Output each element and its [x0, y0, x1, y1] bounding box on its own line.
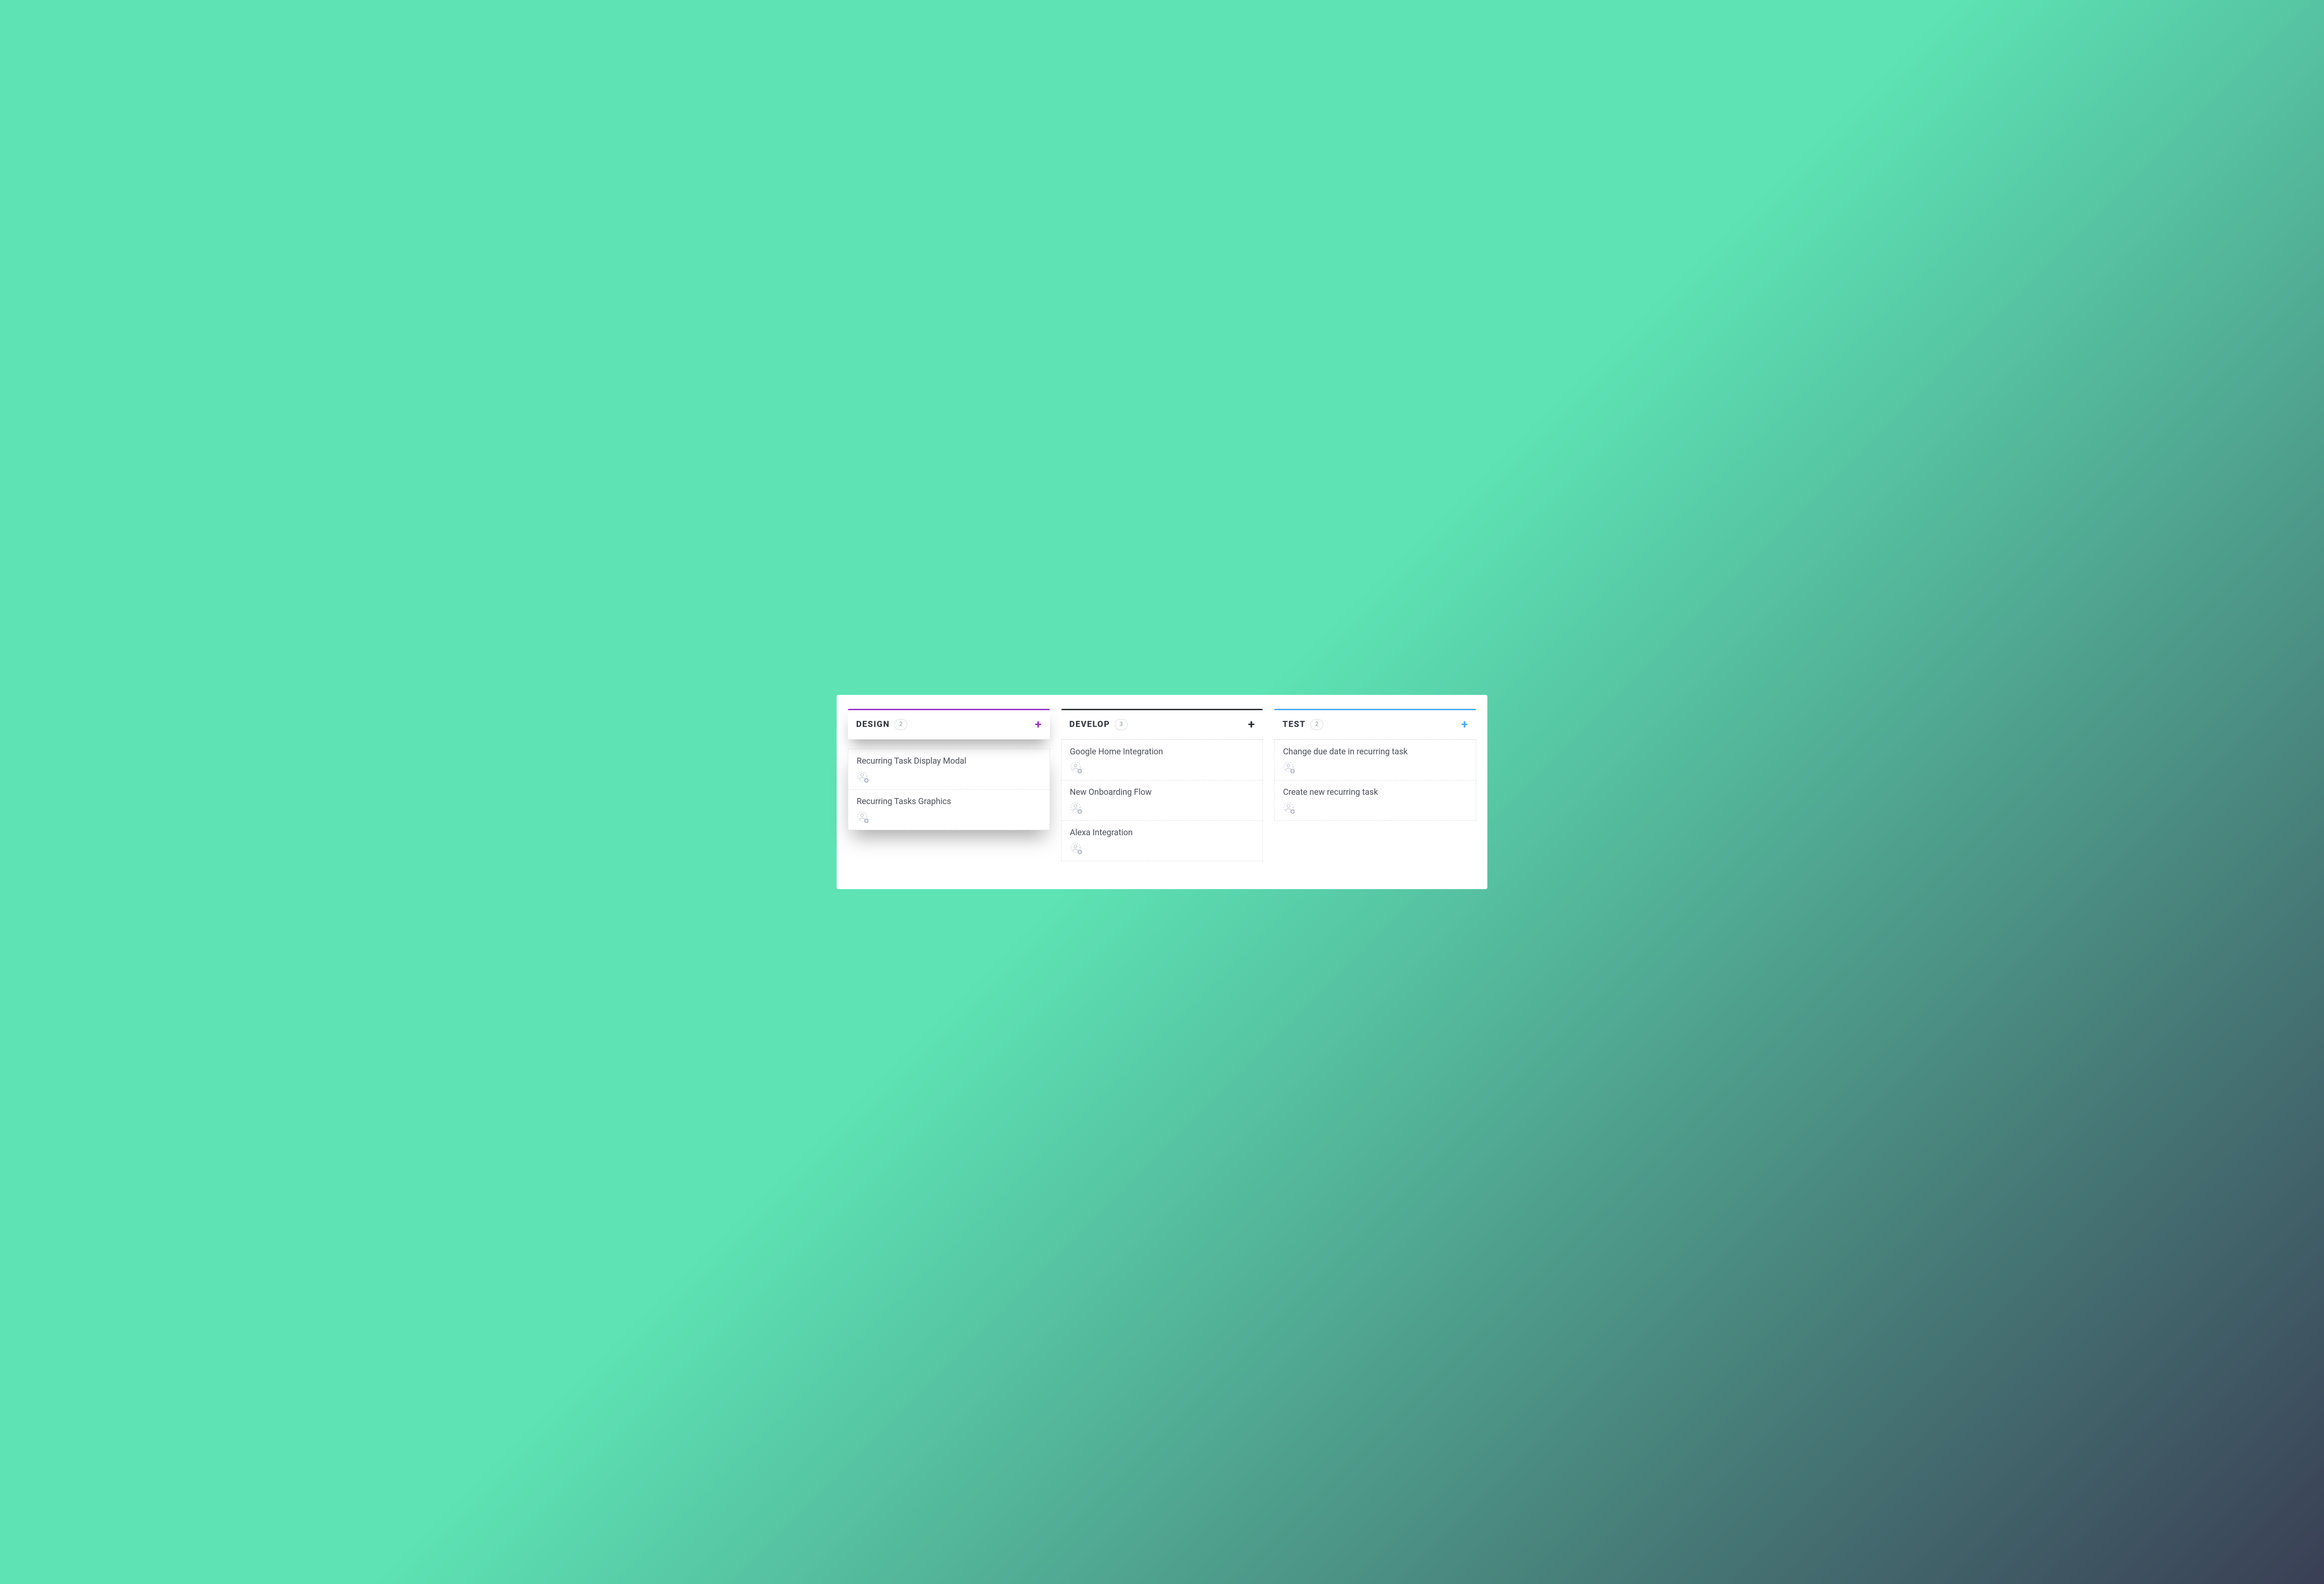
task-title: Recurring Tasks Graphics	[857, 796, 1041, 807]
column-test: TEST 2 + Change due date in recurring ta…	[1274, 709, 1476, 821]
column-develop: DEVELOP 3 + Google Home Integration	[1061, 709, 1263, 862]
unassigned-avatar-icon[interactable]	[1070, 802, 1083, 815]
card-list-develop: Google Home Integration New Onboarding F…	[1061, 739, 1263, 862]
task-card[interactable]: Recurring Tasks Graphics	[848, 790, 1050, 830]
column-count-badge: 2	[1310, 719, 1323, 730]
column-header-test[interactable]: TEST 2 +	[1274, 709, 1476, 739]
column-title: DESIGN	[856, 719, 890, 729]
add-card-button[interactable]: +	[1461, 719, 1468, 731]
card-list-design: Recurring Task Display Modal Recurring T…	[848, 749, 1050, 831]
column-title: DEVELOP	[1070, 719, 1110, 729]
task-title: Alexa Integration	[1070, 827, 1254, 838]
column-count-badge: 2	[894, 719, 907, 730]
kanban-board: DESIGN 2 + Recurring Task Display Modal	[837, 695, 1487, 890]
unassigned-avatar-icon[interactable]	[1283, 761, 1296, 774]
task-title: Google Home Integration	[1070, 746, 1254, 758]
column-header-design[interactable]: DESIGN 2 +	[848, 709, 1050, 739]
column-count-badge: 3	[1115, 719, 1128, 730]
unassigned-avatar-icon[interactable]	[1070, 761, 1083, 774]
task-card[interactable]: Alexa Integration	[1061, 821, 1263, 861]
task-title: Recurring Task Display Modal	[857, 756, 1041, 767]
unassigned-avatar-icon[interactable]	[1283, 802, 1296, 815]
task-card[interactable]: Recurring Task Display Modal	[848, 749, 1050, 790]
task-title: New Onboarding Flow	[1070, 787, 1254, 798]
task-card[interactable]: Create new recurring task	[1274, 780, 1476, 821]
task-title: Create new recurring task	[1283, 787, 1467, 798]
unassigned-avatar-icon[interactable]	[857, 771, 870, 784]
column-header-develop[interactable]: DEVELOP 3 +	[1061, 709, 1263, 739]
unassigned-avatar-icon[interactable]	[857, 811, 870, 824]
column-design: DESIGN 2 + Recurring Task Display Modal	[848, 709, 1050, 831]
task-card[interactable]: Google Home Integration	[1061, 739, 1263, 780]
task-title: Change due date in recurring task	[1283, 746, 1467, 758]
add-card-button[interactable]: +	[1248, 719, 1254, 731]
column-title: TEST	[1282, 719, 1306, 729]
card-list-test: Change due date in recurring task Create…	[1274, 739, 1476, 821]
add-card-button[interactable]: +	[1035, 719, 1042, 731]
unassigned-avatar-icon[interactable]	[1070, 842, 1083, 855]
task-card[interactable]: New Onboarding Flow	[1061, 780, 1263, 821]
task-card[interactable]: Change due date in recurring task	[1274, 739, 1476, 780]
